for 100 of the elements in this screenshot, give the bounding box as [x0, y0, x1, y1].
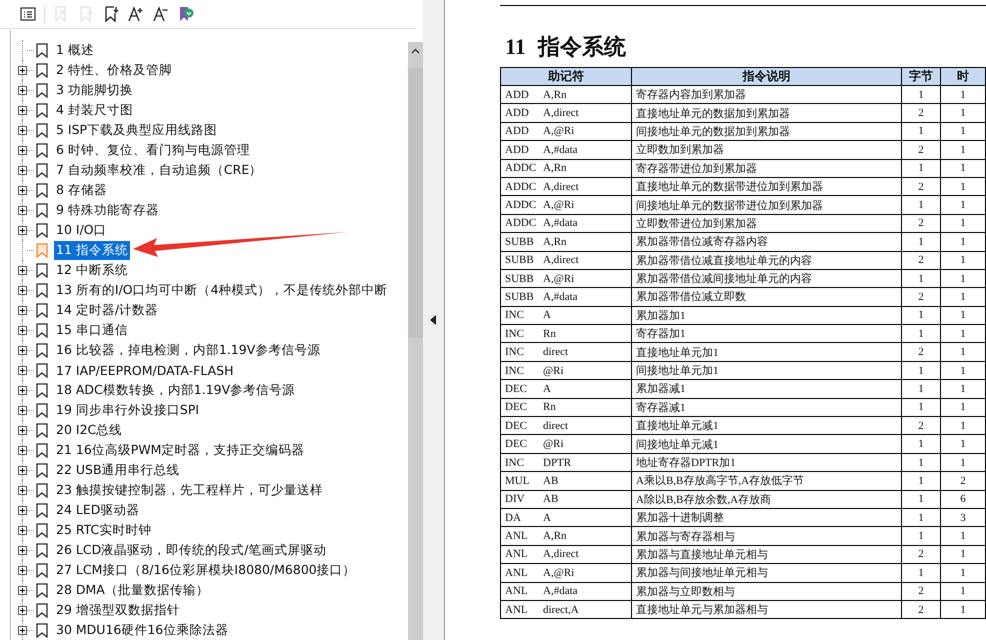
- expand-icon[interactable]: [18, 86, 27, 94]
- heading-title: 指令系统: [538, 33, 626, 61]
- operand-text: A,@Ri: [543, 272, 574, 285]
- bookmark-item[interactable]: 15 串口通信: [54, 320, 130, 340]
- bookmark-item[interactable]: 12 中断系统: [54, 260, 130, 280]
- expand-icon[interactable]: [18, 466, 27, 474]
- table-cell: 寄存器带进位加到累加器: [632, 159, 902, 178]
- operand-text: A,direct: [543, 107, 579, 120]
- bookmark-item[interactable]: 23 触摸按键控制器，先工程样片，可少量送样: [54, 480, 325, 500]
- bookmark-item[interactable]: 9 特殊功能寄存器: [54, 200, 161, 220]
- table-cell: 间接地址单元的数据加到累加器: [632, 122, 902, 141]
- mnemonic-text: INC: [505, 328, 525, 340]
- font-smaller-icon[interactable]: [152, 5, 170, 23]
- mnemonic-text: SUBB: [505, 272, 535, 285]
- expand-icon[interactable]: [18, 406, 27, 414]
- expand-icon[interactable]: [18, 506, 27, 514]
- table-cell: 1: [902, 564, 940, 582]
- mnemonic-text: ADDC: [505, 180, 538, 193]
- expand-icon[interactable]: [18, 106, 27, 114]
- operand-text: A,@Ri: [543, 125, 574, 138]
- bookmark-item[interactable]: 20 I2C总线: [54, 420, 124, 440]
- expand-icon[interactable]: [18, 606, 27, 614]
- bookmark-item[interactable]: 26 LCD液晶驱动，即传统的段式/笔画式屏驱动: [54, 540, 328, 560]
- table-cell: 1: [940, 453, 986, 472]
- table-cell: 1: [940, 434, 986, 454]
- table-cell: 2: [902, 288, 940, 306]
- expand-icon[interactable]: [18, 386, 27, 394]
- collapse-icon[interactable]: [430, 315, 436, 325]
- bookmark-item[interactable]: 30 MDU16硬件16位乘除法器: [54, 620, 230, 640]
- table-cell: 1: [940, 86, 986, 104]
- expand-icon[interactable]: [18, 306, 27, 314]
- bookmark-item[interactable]: 14 定时器/计数器: [54, 300, 160, 320]
- mnemonic-text: DEC: [505, 438, 528, 450]
- table-cell: 1: [902, 490, 940, 508]
- table-cell: 6: [940, 490, 986, 508]
- bookmark-item[interactable]: 18 ADC模数转换，内部1.19V参考信号源: [54, 380, 298, 400]
- bookmark-badge-icon[interactable]: [177, 5, 195, 23]
- table-cell: 1: [940, 214, 986, 233]
- table-cell: 累加器带借位减寄存器内容: [632, 232, 902, 252]
- expand-icon[interactable]: [18, 186, 27, 194]
- expand-icon[interactable]: [18, 126, 27, 134]
- table-cell: 1: [940, 342, 986, 362]
- mnemonic-text: INC: [505, 346, 525, 358]
- expand-icon[interactable]: [18, 266, 27, 274]
- bookmark-item[interactable]: 16 比较器，掉电检测，内部1.19V参考信号源: [54, 340, 322, 360]
- bookmark-item[interactable]: 22 USB通用串行总线: [54, 460, 182, 480]
- expand-icon[interactable]: [18, 626, 27, 634]
- expand-icon[interactable]: [18, 586, 27, 594]
- bookmark-item[interactable]: 8 存储器: [54, 180, 109, 200]
- expand-icon[interactable]: [18, 486, 27, 494]
- bookmark-item[interactable]: 3 功能脚切换: [54, 80, 135, 100]
- scrollbar-thumb[interactable]: [408, 68, 423, 338]
- expand-icon[interactable]: [18, 426, 27, 434]
- bookmark-item[interactable]: 6 时钟、复位、看门狗与电源管理: [54, 140, 252, 160]
- table-cell: 累加器十进制调整: [632, 508, 902, 527]
- expand-icon[interactable]: [18, 366, 27, 374]
- mnemonic-text: ADD: [505, 125, 530, 138]
- column-header: 时: [940, 68, 986, 86]
- table-cell: 1: [940, 526, 986, 546]
- bookmark-item[interactable]: 28 DMA（批量数据传输）: [54, 580, 211, 600]
- font-larger-icon[interactable]: [127, 5, 145, 23]
- outline-icon[interactable]: [19, 5, 37, 23]
- bookmark-item[interactable]: 19 同步串行外设接口SPI: [54, 400, 202, 420]
- expand-icon[interactable]: [18, 346, 27, 354]
- expand-icon[interactable]: [18, 546, 27, 554]
- expand-icon[interactable]: [18, 146, 27, 154]
- expand-icon[interactable]: [18, 446, 27, 454]
- table-cell: 1: [940, 232, 986, 252]
- bookmark-item[interactable]: 4 封装尺寸图: [54, 100, 135, 120]
- bookmark-item[interactable]: 2 特性、价格及管脚: [54, 60, 174, 80]
- table-cell: 直接地址单元的数据加到累加器: [632, 104, 902, 122]
- expand-icon[interactable]: [18, 226, 27, 234]
- bookmark-item[interactable]: 1 概述: [54, 40, 96, 60]
- expand-icon[interactable]: [18, 326, 27, 334]
- bookmark-item[interactable]: 21 16位高级PWM定时器，支持正交编码器: [54, 440, 306, 460]
- bookmark-item[interactable]: 5 ISP下载及典型应用线路图: [54, 120, 220, 140]
- bookmark-item[interactable]: 11 指令系统: [54, 240, 130, 260]
- scrollbar[interactable]: [408, 42, 423, 640]
- bookmark-item[interactable]: 10 I/O口: [54, 220, 109, 240]
- bookmark-item[interactable]: 17 IAP/EEPROM/DATA-FLASH: [54, 362, 236, 378]
- bookmark-item[interactable]: 7 自动频率校准，自动追频（CRE）: [54, 160, 264, 180]
- expand-icon[interactable]: [18, 526, 27, 534]
- expand-icon[interactable]: [18, 166, 27, 174]
- table-cell: 1: [902, 196, 940, 214]
- expand-icon[interactable]: [18, 566, 27, 574]
- expand-icon[interactable]: [18, 66, 27, 74]
- column-header: 助记符: [500, 68, 632, 86]
- table-cell: 累加器带借位减直接地址单元的内容: [632, 251, 902, 270]
- bookmark-item[interactable]: 13 所有的I/O口均可中断（4种模式），不是传统外部中断: [54, 280, 390, 300]
- bookmark-item[interactable]: 27 LCM接口（8/16位彩屏模块I8080/M6800接口）: [54, 560, 358, 580]
- table-cell: 1: [940, 306, 986, 325]
- table-cell: 2: [902, 545, 940, 564]
- bookmark-item[interactable]: 29 增强型双数据指针: [54, 600, 182, 620]
- expand-icon[interactable]: [18, 206, 27, 214]
- operand-text: direct,A: [543, 604, 579, 616]
- mnemonic-text: DEC: [505, 420, 528, 432]
- bookmark-item[interactable]: 25 RTC实时时钟: [54, 520, 154, 540]
- expand-icon[interactable]: [18, 286, 27, 294]
- bookmark-item[interactable]: 24 LED驱动器: [54, 500, 142, 520]
- scroll-up-icon[interactable]: [410, 48, 420, 54]
